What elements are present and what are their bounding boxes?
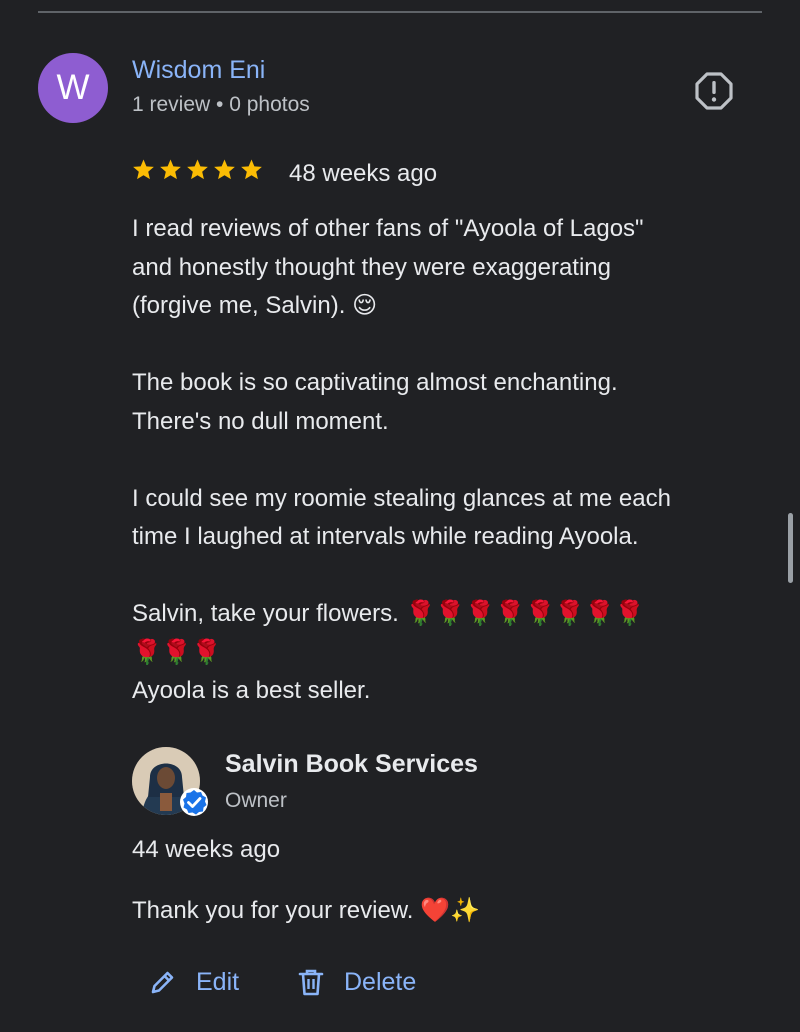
owner-role: Owner — [225, 789, 287, 812]
top-divider — [38, 11, 762, 13]
reviewer-name[interactable]: Wisdom Eni — [132, 56, 265, 85]
reviewer-avatar[interactable]: W — [38, 53, 108, 123]
star-icon — [187, 159, 208, 180]
review-text: I read reviews of other fans of "Ayoola … — [132, 215, 671, 704]
report-icon[interactable] — [694, 71, 734, 111]
trash-icon — [298, 969, 324, 996]
star-icon — [214, 159, 235, 180]
delete-label: Delete — [344, 967, 417, 996]
owner-name[interactable]: Salvin Book Services — [225, 750, 478, 779]
star-rating — [132, 158, 263, 181]
star-icon — [160, 159, 181, 180]
scrollbar-thumb[interactable] — [788, 513, 793, 583]
delete-button[interactable]: Delete — [296, 962, 416, 1002]
pencil-icon — [151, 971, 174, 994]
reviewer-initial: W — [56, 68, 90, 107]
star-icon — [133, 159, 154, 180]
reply-age: 44 weeks ago — [132, 836, 281, 863]
edit-button[interactable]: Edit — [148, 962, 239, 1002]
edit-label: Edit — [196, 967, 240, 996]
review-card: W Wisdom Eni 1 review • 0 photos 48 week… — [0, 0, 800, 1032]
reply-text: Thank you for your review. ❤️✨ — [132, 897, 480, 924]
star-icon — [241, 159, 262, 180]
reviewer-meta: 1 review • 0 photos — [132, 93, 310, 116]
review-age: 48 weeks ago — [289, 160, 438, 187]
verified-badge-icon — [180, 788, 208, 816]
